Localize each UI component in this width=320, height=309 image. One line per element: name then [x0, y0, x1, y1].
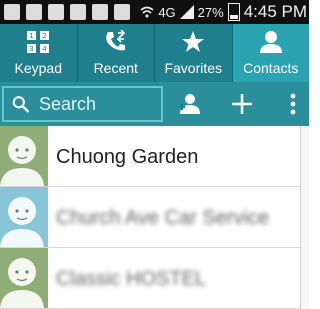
- contacts-list: Chuong Garden Church Ave Car Service Cla…: [0, 126, 309, 309]
- person-icon: [259, 31, 282, 53]
- contact-avatar-icon: [0, 248, 48, 308]
- add-contact-button[interactable]: [230, 92, 254, 116]
- status-bar: 4G 27% 4:45 PM: [0, 0, 309, 24]
- tab-keypad-label: Keypad: [14, 60, 62, 76]
- contact-name: Church Ave Car Service: [56, 207, 270, 229]
- tab-favorites-label: Favorites: [164, 60, 223, 76]
- camera-notification-icon: [92, 4, 108, 20]
- contact-row[interactable]: Chuong Garden: [0, 126, 305, 187]
- contact-avatar-icon: [0, 126, 48, 186]
- battery-icon: [227, 3, 240, 21]
- search-icon: [12, 96, 29, 113]
- tab-bar: 1 2 3 4 Keypad Recent Favorites Contacts: [0, 24, 309, 82]
- network-type: 4G: [158, 4, 176, 20]
- facebook-notification-icon: [70, 4, 86, 20]
- tab-recent[interactable]: Recent: [78, 24, 155, 82]
- svg-text:4: 4: [43, 45, 48, 53]
- contact-name: Classic HOSTEL: [56, 268, 207, 290]
- tab-favorites[interactable]: Favorites: [155, 24, 233, 82]
- gallery-notification-icon: [48, 4, 64, 20]
- search-bar: [0, 82, 309, 126]
- more-options-button[interactable]: [286, 92, 300, 116]
- signal-icon: [179, 5, 194, 19]
- svg-text:1: 1: [30, 32, 34, 40]
- wifi-icon: [140, 6, 154, 18]
- contact-row[interactable]: Church Ave Car Service: [0, 187, 305, 248]
- picture-notification-icon: [4, 4, 20, 20]
- recent-calls-icon: [105, 30, 125, 51]
- alphabet-index-scrollbar[interactable]: [300, 126, 309, 309]
- clock: 4:45 PM: [243, 2, 307, 21]
- svg-text:3: 3: [30, 45, 34, 53]
- person-add-icon: [179, 94, 200, 114]
- keypad-icon: 1 2 3 4: [27, 31, 50, 53]
- tab-keypad[interactable]: 1 2 3 4 Keypad: [0, 24, 78, 82]
- svg-text:2: 2: [43, 32, 47, 40]
- gmail-notification-icon: [26, 4, 42, 20]
- tab-recent-label: Recent: [93, 60, 138, 76]
- alarm-icon: [114, 4, 130, 20]
- tab-contacts-label: Contacts: [243, 60, 299, 76]
- tab-contacts[interactable]: Contacts: [232, 24, 309, 82]
- star-icon: [182, 31, 205, 52]
- notification-icons: [4, 4, 130, 20]
- plus-icon: [232, 94, 252, 114]
- add-contact-from-profile-button[interactable]: [176, 92, 204, 116]
- search-field[interactable]: [2, 86, 163, 122]
- contact-avatar-icon: [0, 187, 48, 247]
- more-vertical-icon: [290, 93, 296, 115]
- contact-name: Chuong Garden: [56, 146, 199, 168]
- battery-percent: 27%: [197, 4, 224, 20]
- contact-row[interactable]: Classic HOSTEL: [0, 248, 305, 309]
- search-input[interactable]: [37, 92, 161, 116]
